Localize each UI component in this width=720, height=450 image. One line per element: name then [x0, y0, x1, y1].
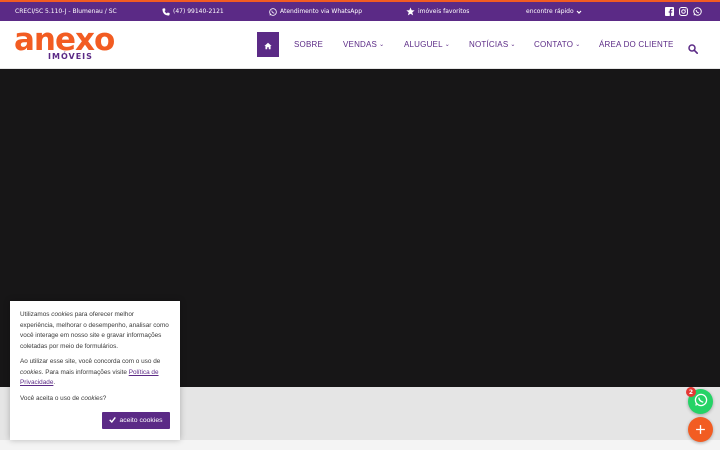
cookie-text-2-end: .: [53, 379, 56, 386]
chevron-down-icon: ⌄: [444, 42, 450, 48]
home-icon: [264, 35, 272, 54]
search-icon[interactable]: [688, 39, 699, 58]
check-icon: [109, 416, 117, 425]
phone-icon: [162, 7, 170, 16]
accept-cookies-label: aceito cookies: [119, 417, 163, 424]
main-header: anexo IMÓVEIS SOBRE VENDAS ⌄ ALUGUEL ⌄ N…: [0, 21, 720, 69]
nav-vendas-label: VENDAS: [343, 40, 378, 49]
cookie-text-3a: Você aceita o uso de: [20, 394, 82, 402]
cookie-text-3-em: cookies: [81, 394, 103, 402]
nav-vendas[interactable]: VENDAS ⌄: [343, 32, 384, 57]
nav-contato-label: CONTATO: [534, 40, 574, 49]
cookie-text-2a: Ao utilizar esse site, você concorda com…: [20, 358, 161, 365]
cookie-text-1-em: cookies: [51, 311, 73, 318]
creci-text: CRECI/SC 5.110-J - Blumenau / SC: [15, 8, 117, 15]
notification-badge: 2: [686, 387, 696, 397]
top-bar: CRECI/SC 5.110-J - Blumenau / SC (47) 99…: [0, 0, 720, 21]
cookie-text-2: Ao utilizar esse site, você concorda com…: [20, 357, 170, 389]
nav-aluguel[interactable]: ALUGUEL ⌄: [404, 32, 450, 57]
favorites-label: imóveis favoritos: [418, 8, 470, 15]
plus-float-button[interactable]: [688, 417, 713, 442]
nav-noticias-label: NOTÍCIAS: [469, 40, 509, 49]
whatsapp-social-icon[interactable]: [693, 2, 702, 21]
nav-sobre[interactable]: SOBRE: [294, 32, 323, 57]
favorites-link[interactable]: imóveis favoritos: [406, 2, 469, 21]
nav-area-cliente-label: ÁREA DO CLIENTE: [599, 40, 674, 49]
nav-noticias[interactable]: NOTÍCIAS ⌄: [469, 32, 516, 57]
facebook-icon[interactable]: [665, 2, 674, 21]
chevron-down-icon: ⌄: [379, 42, 385, 48]
whatsapp-icon: [694, 392, 708, 411]
cookie-text-1: Utilizamos cookies para oferecer melhor …: [20, 310, 170, 352]
quick-find-label: encontre rápido: [526, 8, 574, 15]
logo-subtitle: IMÓVEIS: [48, 52, 93, 61]
nav-aluguel-label: ALUGUEL: [404, 40, 443, 49]
cookie-text-3b: ?: [102, 394, 107, 402]
quick-find-dropdown[interactable]: encontre rápido: [526, 2, 582, 21]
phone-link[interactable]: (47) 99140-2121: [162, 2, 224, 21]
plus-icon: [695, 420, 706, 439]
whatsapp-link[interactable]: Atendimento via WhatsApp: [269, 2, 362, 21]
whatsapp-label: Atendimento via WhatsApp: [280, 8, 363, 15]
whatsapp-icon: [269, 7, 277, 16]
nav-area-cliente[interactable]: ÁREA DO CLIENTE: [599, 32, 674, 57]
phone-number: (47) 99140-2121: [173, 8, 224, 15]
nav-sobre-label: SOBRE: [294, 40, 324, 49]
cookie-text-3: Você aceita o uso de cookies?: [20, 394, 170, 405]
star-icon: [406, 7, 415, 16]
nav-contato[interactable]: CONTATO ⌄: [534, 32, 580, 57]
cookie-text-2-em: cookies: [20, 368, 42, 376]
accept-cookies-button[interactable]: aceito cookies: [102, 412, 170, 429]
chevron-down-icon: ⌄: [510, 42, 516, 48]
home-button[interactable]: [257, 32, 279, 57]
chevron-down-icon: ⌄: [575, 42, 581, 48]
instagram-icon[interactable]: [679, 2, 688, 21]
cookie-text-1a: Utilizamos: [20, 311, 52, 318]
chevron-down-icon: [576, 9, 582, 15]
cookie-text-2b: . Para mais informações visite: [41, 368, 129, 376]
